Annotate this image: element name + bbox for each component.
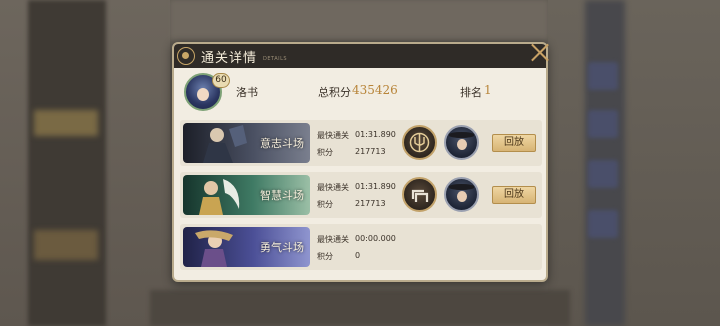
arena-score-label: 积分 bbox=[317, 148, 333, 157]
total-score-label: 总积分 bbox=[318, 86, 351, 99]
fastest-clear-label: 最快通关 bbox=[317, 131, 349, 140]
arena-score-value: 217713 bbox=[355, 199, 386, 208]
background-tile bbox=[588, 210, 618, 238]
fastest-clear-time: 00:00.000 bbox=[355, 234, 396, 243]
player-summary: 60 洛书 总积分 435426 排名 1 bbox=[174, 68, 546, 116]
trident-icon bbox=[409, 132, 430, 153]
close-icon[interactable] bbox=[530, 42, 550, 62]
background-button bbox=[34, 110, 98, 136]
arena-name: 智慧斗场 bbox=[260, 189, 304, 202]
replay-button[interactable]: 回放 bbox=[492, 186, 536, 204]
background-tile bbox=[588, 160, 618, 188]
level-badge: 60 bbox=[212, 73, 230, 88]
panel-header: 通关详情 DETAILS bbox=[174, 44, 546, 68]
character-art bbox=[203, 125, 247, 163]
arena-score-value: 217713 bbox=[355, 147, 386, 156]
background-right bbox=[548, 0, 720, 326]
arena-row-will: 意志斗场 最快通关 01:31.890 积分 217713 回放 bbox=[180, 120, 542, 166]
arena-score-label: 积分 bbox=[317, 200, 333, 209]
hero-portrait-icon bbox=[444, 125, 479, 160]
arena-banner: 智慧斗场 bbox=[183, 175, 310, 215]
replay-button[interactable]: 回放 bbox=[492, 134, 536, 152]
chevron-skill-icon bbox=[402, 177, 437, 212]
background-button bbox=[34, 230, 98, 260]
arena-row-courage: 勇气斗场 最快通关 00:00.000 积分 0 bbox=[180, 224, 542, 270]
total-score-value: 435426 bbox=[352, 83, 398, 97]
hero-portrait-icon bbox=[444, 177, 479, 212]
fastest-clear-time: 01:31.890 bbox=[355, 182, 396, 191]
rank-label: 排名 bbox=[460, 86, 482, 99]
clear-details-panel: 通关详情 DETAILS 60 洛书 总积分 435426 排名 1 意志斗场 … bbox=[172, 42, 548, 282]
arena-name: 意志斗场 bbox=[260, 137, 304, 150]
fastest-clear-label: 最快通关 bbox=[317, 235, 349, 244]
background-tile bbox=[588, 62, 618, 90]
emblem-icon bbox=[177, 47, 195, 65]
arena-row-wisdom: 智慧斗场 最快通关 01:31.890 积分 217713 回放 bbox=[180, 172, 542, 218]
character-art bbox=[195, 230, 233, 267]
trident-skill-icon bbox=[402, 125, 437, 160]
player-name: 洛书 bbox=[236, 86, 258, 99]
background-top bbox=[170, 0, 548, 40]
fastest-clear-label: 最快通关 bbox=[317, 183, 349, 192]
chevron-icon bbox=[411, 189, 429, 202]
background-column bbox=[28, 0, 106, 326]
panel-title: 通关详情 bbox=[201, 50, 258, 66]
arena-score-label: 积分 bbox=[317, 252, 333, 261]
arena-score-value: 0 bbox=[355, 251, 361, 260]
arena-banner: 意志斗场 bbox=[183, 123, 310, 163]
panel-subtitle: DETAILS bbox=[263, 55, 288, 62]
arena-banner: 勇气斗场 bbox=[183, 227, 310, 267]
arena-name: 勇气斗场 bbox=[260, 241, 304, 254]
avatar-face bbox=[197, 88, 209, 101]
fastest-clear-time: 01:31.890 bbox=[355, 130, 396, 139]
character-art bbox=[199, 179, 240, 215]
rank-value: 1 bbox=[484, 83, 492, 97]
background-tile bbox=[588, 110, 618, 138]
background-bottom bbox=[150, 290, 570, 326]
